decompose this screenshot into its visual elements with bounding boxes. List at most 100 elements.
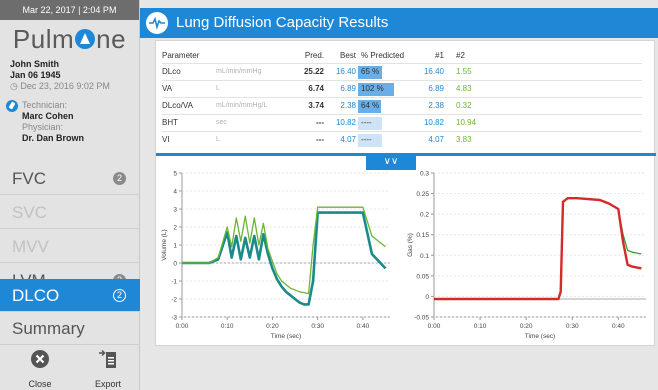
trial-2-value: 3.83 bbox=[450, 130, 484, 148]
test-count-badge: 2 bbox=[113, 172, 126, 185]
y-axis-label: Volume (L) bbox=[161, 229, 168, 260]
param-name: VI bbox=[162, 130, 216, 148]
x-tick-label: 0:30 bbox=[566, 323, 579, 330]
y-tick-label: -3 bbox=[171, 315, 177, 322]
col-unit bbox=[216, 49, 288, 63]
col-trial-1: #1 bbox=[435, 51, 444, 61]
series-line bbox=[434, 197, 642, 301]
pred-value: --- bbox=[288, 113, 328, 131]
param-name: DLco bbox=[162, 62, 216, 80]
y-tick-label: 0 bbox=[425, 294, 429, 301]
patient-dob: Jan 06 1945 bbox=[10, 70, 61, 80]
y-tick-label: 0.2 bbox=[420, 212, 429, 219]
trial-1-value: 10.82 bbox=[416, 113, 450, 131]
trial-2-value: 10.94 bbox=[450, 113, 484, 131]
menu-item-mvv: MVV bbox=[0, 230, 140, 263]
x-tick-label: 0:00 bbox=[428, 323, 441, 330]
logo-text-left: Pulm bbox=[12, 24, 75, 54]
col-pct-predicted: % Predicted bbox=[361, 51, 405, 61]
pct-predicted-cell: 102 % bbox=[358, 79, 416, 97]
y-tick-label: -0.05 bbox=[414, 315, 429, 322]
physician-label: Physician: bbox=[22, 122, 64, 132]
technician-icon bbox=[6, 100, 18, 112]
menu-item-dlco[interactable]: DLCO 2 bbox=[0, 279, 140, 312]
pct-predicted-cell: ---- bbox=[358, 130, 416, 148]
y-tick-label: 1 bbox=[173, 243, 177, 250]
y-tick-label: 5 bbox=[173, 171, 177, 178]
x-tick-label: 0:40 bbox=[357, 323, 370, 330]
trial-2-value: 1.55 bbox=[450, 62, 484, 80]
x-axis-label: Time (sec) bbox=[525, 333, 555, 340]
technician-info: Technician: Marc Cohen Physician: Dr. Da… bbox=[6, 100, 139, 144]
table-row: BHT sec --- 10.82 ---- 10.82 10.94 bbox=[162, 113, 642, 131]
best-value: 10.82 bbox=[328, 113, 358, 131]
param-unit: mL/min/mmHg/L bbox=[216, 96, 288, 114]
y-tick-label: 0.25 bbox=[416, 191, 429, 198]
clock-icon: ◷ bbox=[10, 81, 18, 91]
y-tick-label: -2 bbox=[171, 297, 177, 304]
pct-predicted-cell: 65 % bbox=[358, 62, 416, 80]
param-unit: mL/min/mmHg bbox=[216, 62, 288, 80]
close-label: Close bbox=[28, 379, 52, 389]
trial-1-value: 2.38 bbox=[416, 96, 450, 114]
param-unit: L bbox=[216, 130, 288, 148]
menu-item-summary[interactable]: Summary bbox=[0, 312, 140, 345]
app-logo: Pulm ne bbox=[0, 24, 139, 55]
y-tick-label: 0.05 bbox=[416, 273, 429, 280]
session-datetime: ◷ Dec 23, 2016 9:02 PM bbox=[10, 81, 110, 91]
test-count-badge: 2 bbox=[113, 289, 126, 302]
sidebar: Mar 22, 2017 | 2:04 PM Pulm ne John Smith… bbox=[0, 0, 140, 390]
pct-predicted-cell: 64 % bbox=[358, 96, 416, 114]
best-value: 4.07 bbox=[328, 130, 358, 148]
pred-value: 3.74 bbox=[288, 96, 328, 114]
pred-value: 25.22 bbox=[288, 62, 328, 80]
trial-1-value: 6.89 bbox=[416, 79, 450, 97]
trial-1-value: 16.40 bbox=[416, 62, 450, 80]
best-value: 6.89 bbox=[328, 79, 358, 97]
table-header-row: Parameter Pred. Best % Predicted #1 #2 bbox=[162, 49, 642, 63]
close-button[interactable]: Close bbox=[10, 347, 70, 389]
param-name: BHT bbox=[162, 113, 216, 131]
param-unit: sec bbox=[216, 113, 288, 131]
col-parameter: Parameter bbox=[162, 51, 200, 61]
current-datetime: Mar 22, 2017 | 2:04 PM bbox=[0, 0, 139, 20]
param-unit: L bbox=[216, 79, 288, 97]
trial-2-value: 4.83 bbox=[450, 79, 484, 97]
col-trial-2: #2 bbox=[456, 51, 465, 61]
results-table: Parameter Pred. Best % Predicted #1 #2 D… bbox=[162, 49, 642, 148]
x-tick-label: 0:30 bbox=[311, 323, 324, 330]
x-tick-label: 0:20 bbox=[266, 323, 279, 330]
menu-item-svc: SVC bbox=[0, 196, 140, 229]
physician-name: Dr. Dan Brown bbox=[22, 133, 85, 143]
technician-label: Technician: bbox=[22, 100, 68, 110]
param-name: VA bbox=[162, 79, 216, 97]
export-label: Export bbox=[94, 379, 121, 389]
y-axis-label: Gas (%) bbox=[407, 233, 414, 257]
menu-item-fvc[interactable]: FVC 2 bbox=[0, 162, 140, 195]
x-axis-label: Time (sec) bbox=[271, 333, 301, 340]
y-tick-label: 0.15 bbox=[416, 232, 429, 239]
pulse-icon bbox=[146, 12, 168, 34]
logo-lung-icon bbox=[75, 29, 96, 49]
y-tick-label: 3 bbox=[173, 207, 177, 214]
x-tick-label: 0:10 bbox=[474, 323, 487, 330]
y-tick-label: 2 bbox=[173, 225, 177, 232]
table-row: DLco mL/min/mmHg 25.22 16.40 65 % 16.40 … bbox=[162, 62, 642, 80]
best-value: 16.40 bbox=[328, 62, 358, 80]
series-line bbox=[434, 197, 642, 300]
trial-2-value: 0.32 bbox=[450, 96, 484, 114]
export-button[interactable]: Export bbox=[78, 347, 138, 389]
x-tick-label: 0:00 bbox=[176, 323, 189, 330]
x-tick-label: 0:10 bbox=[221, 323, 234, 330]
logo-text-right: ne bbox=[96, 24, 127, 54]
col-pred: Pred. bbox=[304, 51, 324, 61]
technician-name: Marc Cohen bbox=[22, 111, 74, 121]
results-header: Lung Diffusion Capacity Results bbox=[140, 8, 658, 38]
y-tick-label: 0.3 bbox=[420, 171, 429, 178]
param-name: DLco/VA bbox=[162, 96, 216, 114]
export-icon bbox=[99, 349, 116, 368]
trial-1-value: 4.07 bbox=[416, 130, 450, 148]
close-icon bbox=[31, 350, 49, 368]
table-row: VA L 6.74 6.89 102 % 6.89 4.83 bbox=[162, 79, 642, 97]
pct-predicted-cell: ---- bbox=[358, 113, 416, 131]
